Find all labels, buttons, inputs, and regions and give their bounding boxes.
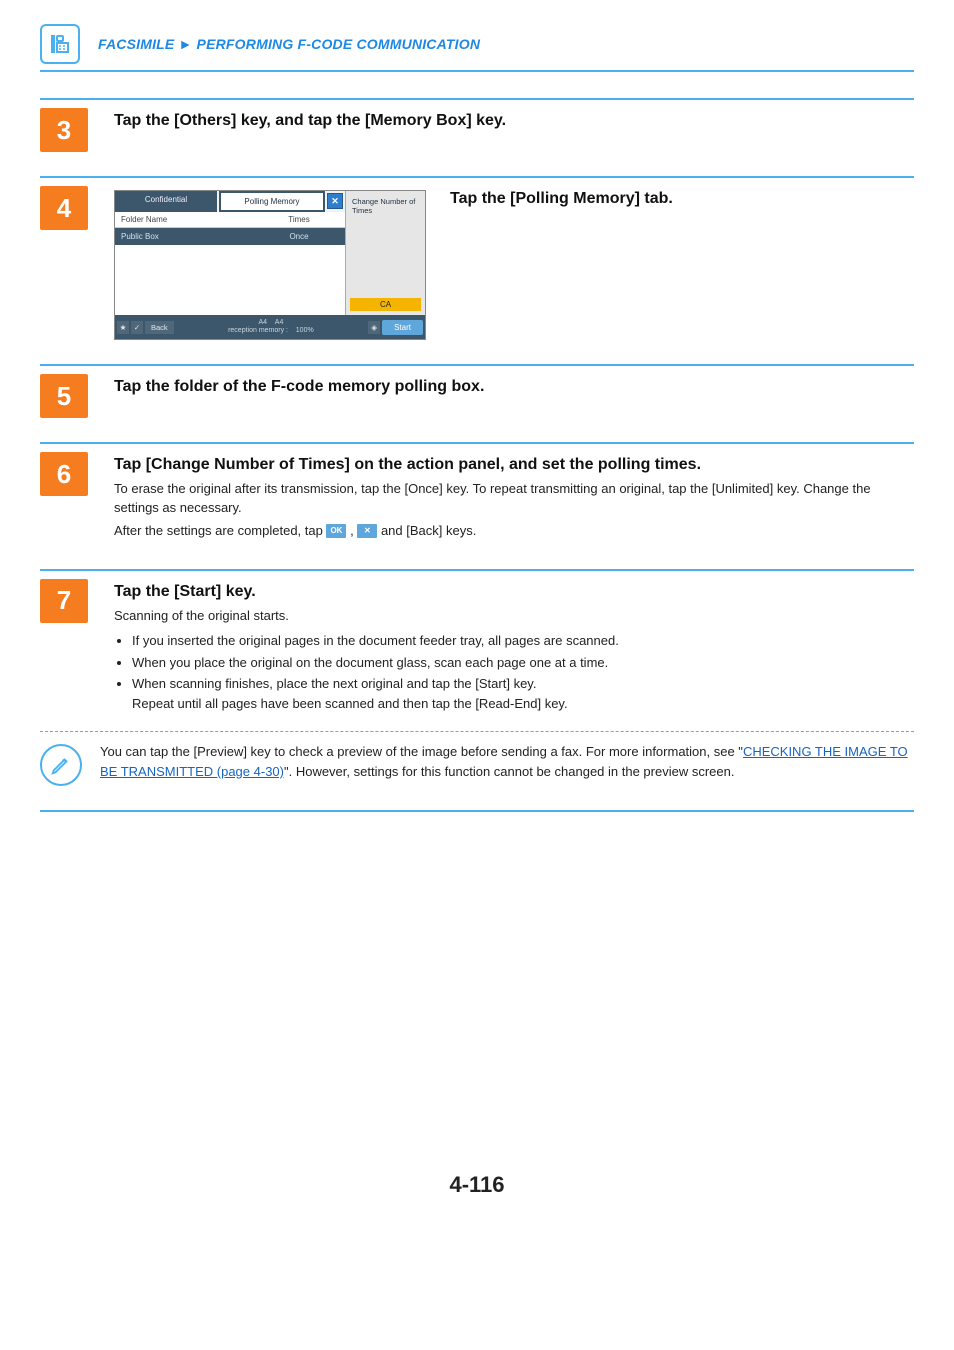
star-icon[interactable]: ★ [117,321,129,334]
page-number: 4-116 [40,1172,914,1198]
step-7-sub: Scanning of the original starts. [114,607,914,626]
ca-button[interactable]: CA [350,298,421,311]
step-7-title: Tap the [Start] key. [114,583,914,601]
col-times: Times [253,212,345,227]
note-body: You can tap the [Preview] key to check a… [100,742,914,781]
step-6-title: Tap [Change Number of Times] on the acti… [114,456,914,474]
tab-polling-memory[interactable]: Polling Memory [219,191,325,212]
step-3-title: Tap the [Others] key, and tap the [Memor… [114,112,914,130]
step-number-7: 7 [40,579,88,623]
check-icon[interactable]: ✓ [131,321,143,334]
step-7-bullet-2: When you place the original on the docum… [132,653,914,673]
note-icon [40,744,82,786]
breadcrumb-sep-icon: ► [178,36,192,52]
ok-icon: OK [326,524,346,538]
status-footer: A4 A4 reception memory : 100% [176,319,366,334]
cell-times: Once [253,228,345,245]
step-number-3: 3 [40,108,88,152]
step-4-title: Tap the [Polling Memory] tab. [450,190,673,208]
col-folder-name: Folder Name [115,212,253,227]
table-row[interactable]: Public Box Once [115,228,345,245]
step-5-title: Tap the folder of the F-code memory poll… [114,378,914,396]
cell-folder: Public Box [115,228,253,245]
action-change-times[interactable]: Change Number of Times [350,195,421,217]
step-number-6: 6 [40,452,88,496]
tab-confidential[interactable]: Confidential [115,191,217,212]
preview-icon[interactable]: ◈ [368,321,380,334]
step-6-body-1: To erase the original after its transmis… [114,480,914,518]
close-icon[interactable]: ✕ [327,193,343,209]
breadcrumb-section: FACSIMILE [98,36,174,52]
close-inline-icon: ✕ [357,524,377,538]
page-header: FACSIMILE ► PERFORMING F-CODE COMMUNICAT… [40,24,914,72]
dashed-divider [40,731,914,732]
polling-memory-panel: Confidential Polling Memory ✕ Folder Nam… [114,190,426,340]
step-6-body-2: After the settings are completed, tap OK… [114,522,914,541]
back-button[interactable]: Back [145,321,174,334]
step-7-bullet-3: When scanning finishes, place the next o… [132,674,914,713]
step-number-4: 4 [40,186,88,230]
step-7-bullet-1: If you inserted the original pages in th… [132,631,914,651]
fax-icon [40,24,80,64]
breadcrumb: FACSIMILE ► PERFORMING F-CODE COMMUNICAT… [98,36,480,52]
start-button[interactable]: Start [382,320,423,335]
step-number-5: 5 [40,374,88,418]
breadcrumb-subsection: PERFORMING F-CODE COMMUNICATION [197,36,481,52]
